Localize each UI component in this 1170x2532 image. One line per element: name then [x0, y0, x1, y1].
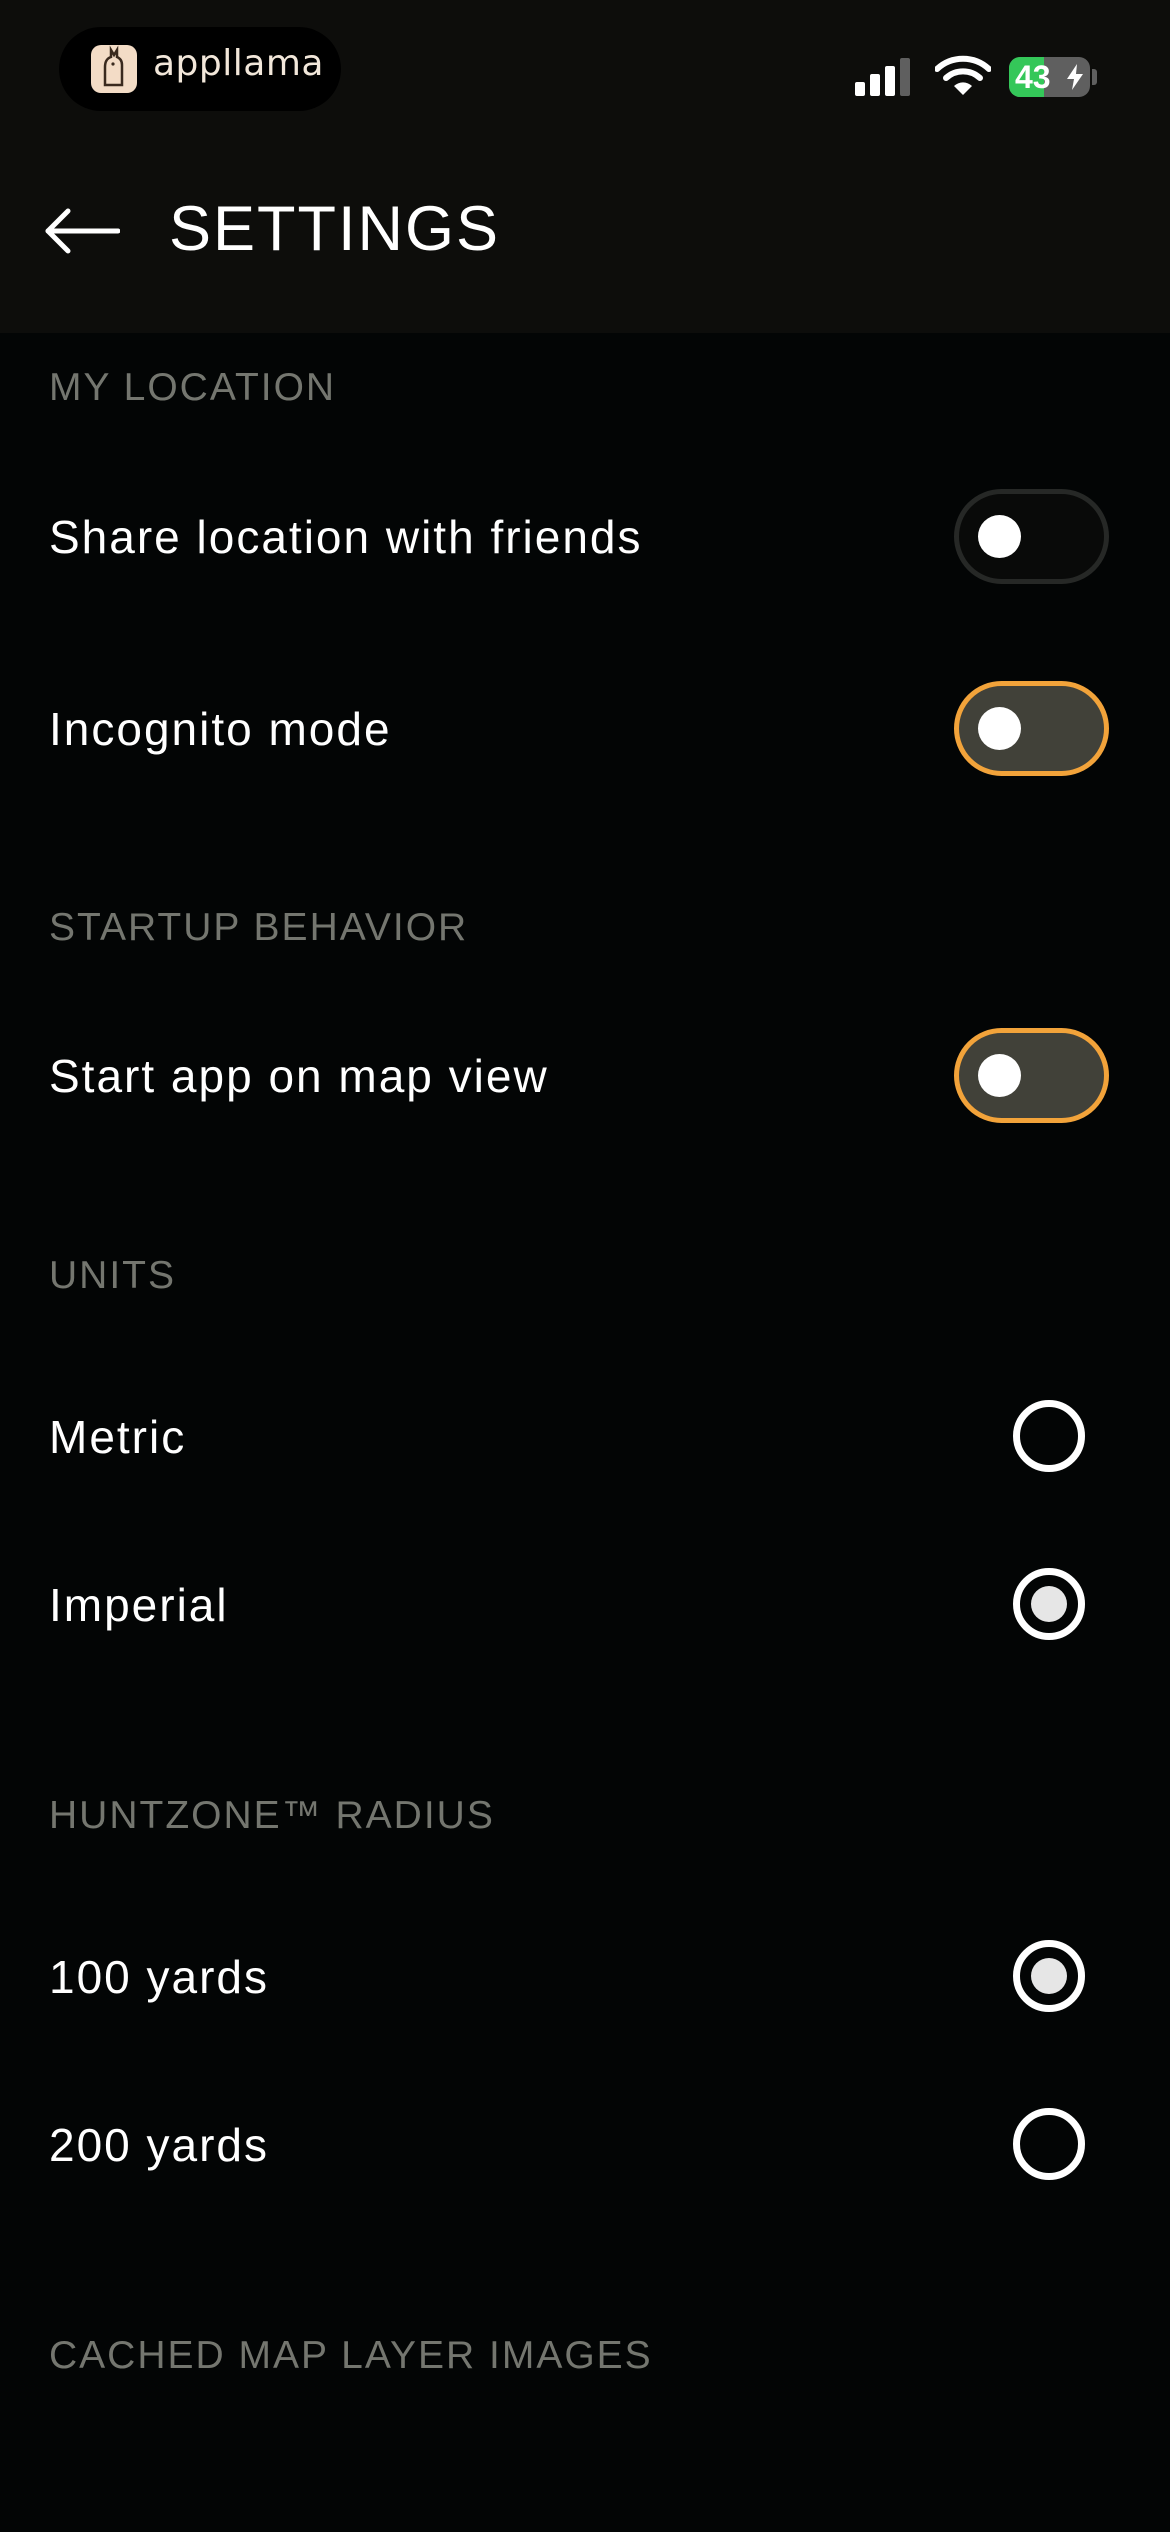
top-bar: appllama 43 SETTINGS [0, 0, 1170, 333]
imperial-radio[interactable] [1013, 1568, 1085, 1640]
battery-charging-icon: 43 [1009, 57, 1090, 97]
incognito-mode-toggle[interactable] [954, 681, 1109, 776]
section-label-cached-map-layer-images: CACHED MAP LAYER IMAGES [49, 2334, 653, 2377]
imperial-label: Imperial [49, 1579, 229, 1631]
app-pill[interactable]: appllama [59, 27, 341, 111]
radius-100-yards-radio[interactable] [1013, 1940, 1085, 2012]
cellular-signal-icon [855, 58, 910, 96]
wifi-icon [935, 55, 991, 95]
section-label-startup-behavior: STARTUP BEHAVIOR [49, 906, 469, 949]
share-location-label: Share location with friends [49, 511, 643, 563]
radius-200-yards-radio[interactable] [1013, 2108, 1085, 2180]
start-on-map-toggle[interactable] [954, 1028, 1109, 1123]
battery-tip [1092, 69, 1097, 85]
metric-label: Metric [49, 1411, 187, 1463]
start-on-map-label: Start app on map view [49, 1050, 549, 1102]
app-pill-label: appllama [153, 43, 324, 84]
section-label-my-location: MY LOCATION [49, 366, 337, 409]
incognito-mode-label: Incognito mode [49, 703, 392, 755]
radius-100-yards-label: 100 yards [49, 1951, 270, 2003]
toggle-knob [978, 1054, 1021, 1097]
battery-level: 43 [1015, 59, 1051, 95]
page-title: SETTINGS [169, 194, 501, 264]
toggle-knob [978, 515, 1021, 558]
back-arrow-icon[interactable] [44, 208, 120, 254]
share-location-toggle[interactable] [954, 489, 1109, 584]
section-label-units: UNITS [49, 1254, 176, 1297]
radio-selected-dot [1031, 1586, 1067, 1622]
radius-200-yards-label: 200 yards [49, 2119, 270, 2171]
llama-logo-icon [91, 45, 137, 93]
metric-radio[interactable] [1013, 1400, 1085, 1472]
radio-selected-dot [1031, 1958, 1067, 1994]
section-label-huntzone-radius: HUNTZONE™ RADIUS [49, 1794, 495, 1837]
toggle-knob [978, 707, 1021, 750]
